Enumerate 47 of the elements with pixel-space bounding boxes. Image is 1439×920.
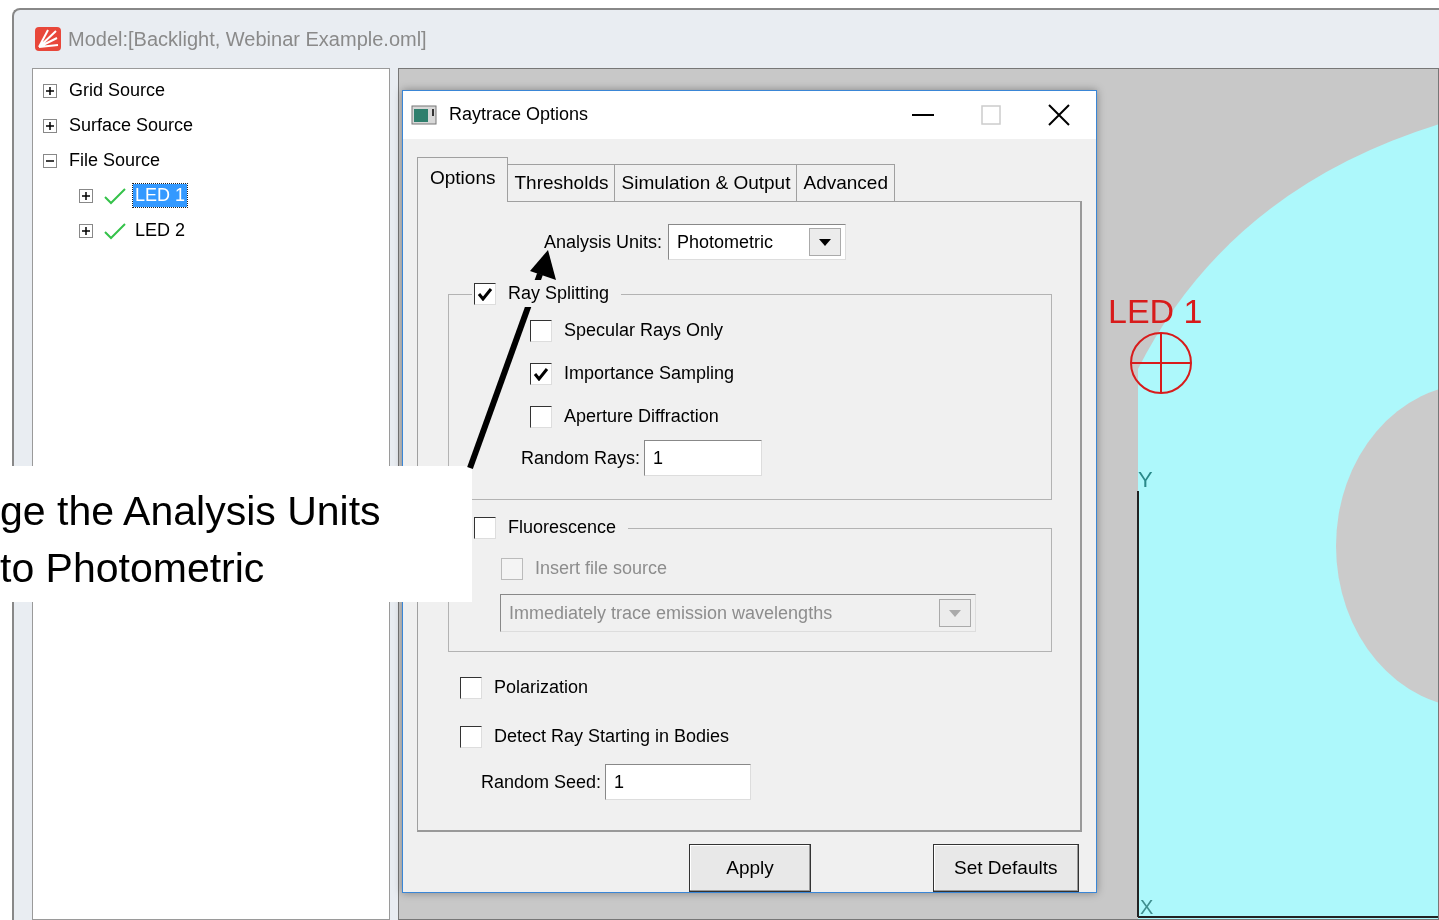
expand-icon[interactable] [79, 188, 93, 203]
checkbox-label: Specular Rays Only [564, 319, 724, 343]
checkbox-label: Detect Ray Starting in Bodies [494, 725, 730, 749]
checkbox[interactable] [460, 676, 482, 699]
field-label: Analysis Units: [544, 230, 663, 254]
field-label: Random Seed: [481, 770, 602, 794]
checkbox-label: Aperture Diffraction [564, 405, 719, 429]
dialog-title: Raytrace Options [449, 103, 590, 127]
units-dropdown[interactable]: Photometric [668, 224, 847, 261]
checkbox-label: Ray Splitting [508, 282, 610, 306]
checkbox[interactable] [530, 405, 552, 428]
expand-icon[interactable] [43, 83, 57, 98]
field-label: Random Rays: [521, 446, 641, 470]
tree-item[interactable]: Grid Source [67, 79, 168, 102]
checkbox-label: Insert file source [535, 557, 668, 581]
callout-text: to Photometric [0, 544, 266, 593]
checkbox[interactable] [460, 725, 482, 748]
axis-label: Y [1138, 467, 1153, 492]
minimize-icon [912, 113, 934, 116]
random-seed-field[interactable]: 1 [605, 764, 752, 801]
checkbox[interactable] [474, 282, 496, 305]
expand-icon[interactable] [43, 118, 57, 133]
tab[interactable]: Advanced [796, 163, 895, 202]
source-marker-icon [1130, 332, 1192, 394]
dialog-icon [411, 103, 439, 126]
axis-label: X [1140, 896, 1154, 918]
checkbox[interactable] [530, 362, 552, 385]
expand-icon[interactable] [79, 223, 93, 238]
close-icon [1048, 103, 1070, 126]
tab[interactable]: Options [417, 156, 509, 203]
checkbox-label: Fluorescence [508, 516, 617, 540]
checkbox-label: Importance Sampling [564, 362, 735, 386]
checkbox[interactable] [474, 516, 496, 539]
defaults-button[interactable]: Set Defaults [933, 844, 1079, 892]
random-rays-field[interactable]: 1 [644, 440, 763, 477]
collapse-icon[interactable] [43, 153, 57, 168]
app-logo-icon [34, 26, 62, 52]
maximize-icon [981, 104, 1001, 125]
callout-text: ge the Analysis Units [0, 487, 382, 536]
window-title: Model:[Backlight, Webinar Example.oml] [68, 27, 427, 52]
apply-button[interactable]: Apply [689, 844, 811, 892]
checkbox-label: Polarization [494, 676, 589, 700]
tree-item[interactable]: Surface Source [67, 114, 196, 137]
source-label: LED 1 [1108, 292, 1203, 330]
tree-item[interactable]: File Source [67, 149, 163, 172]
checkbox[interactable] [530, 319, 552, 342]
tree-item[interactable]: LED 2 [133, 219, 188, 242]
